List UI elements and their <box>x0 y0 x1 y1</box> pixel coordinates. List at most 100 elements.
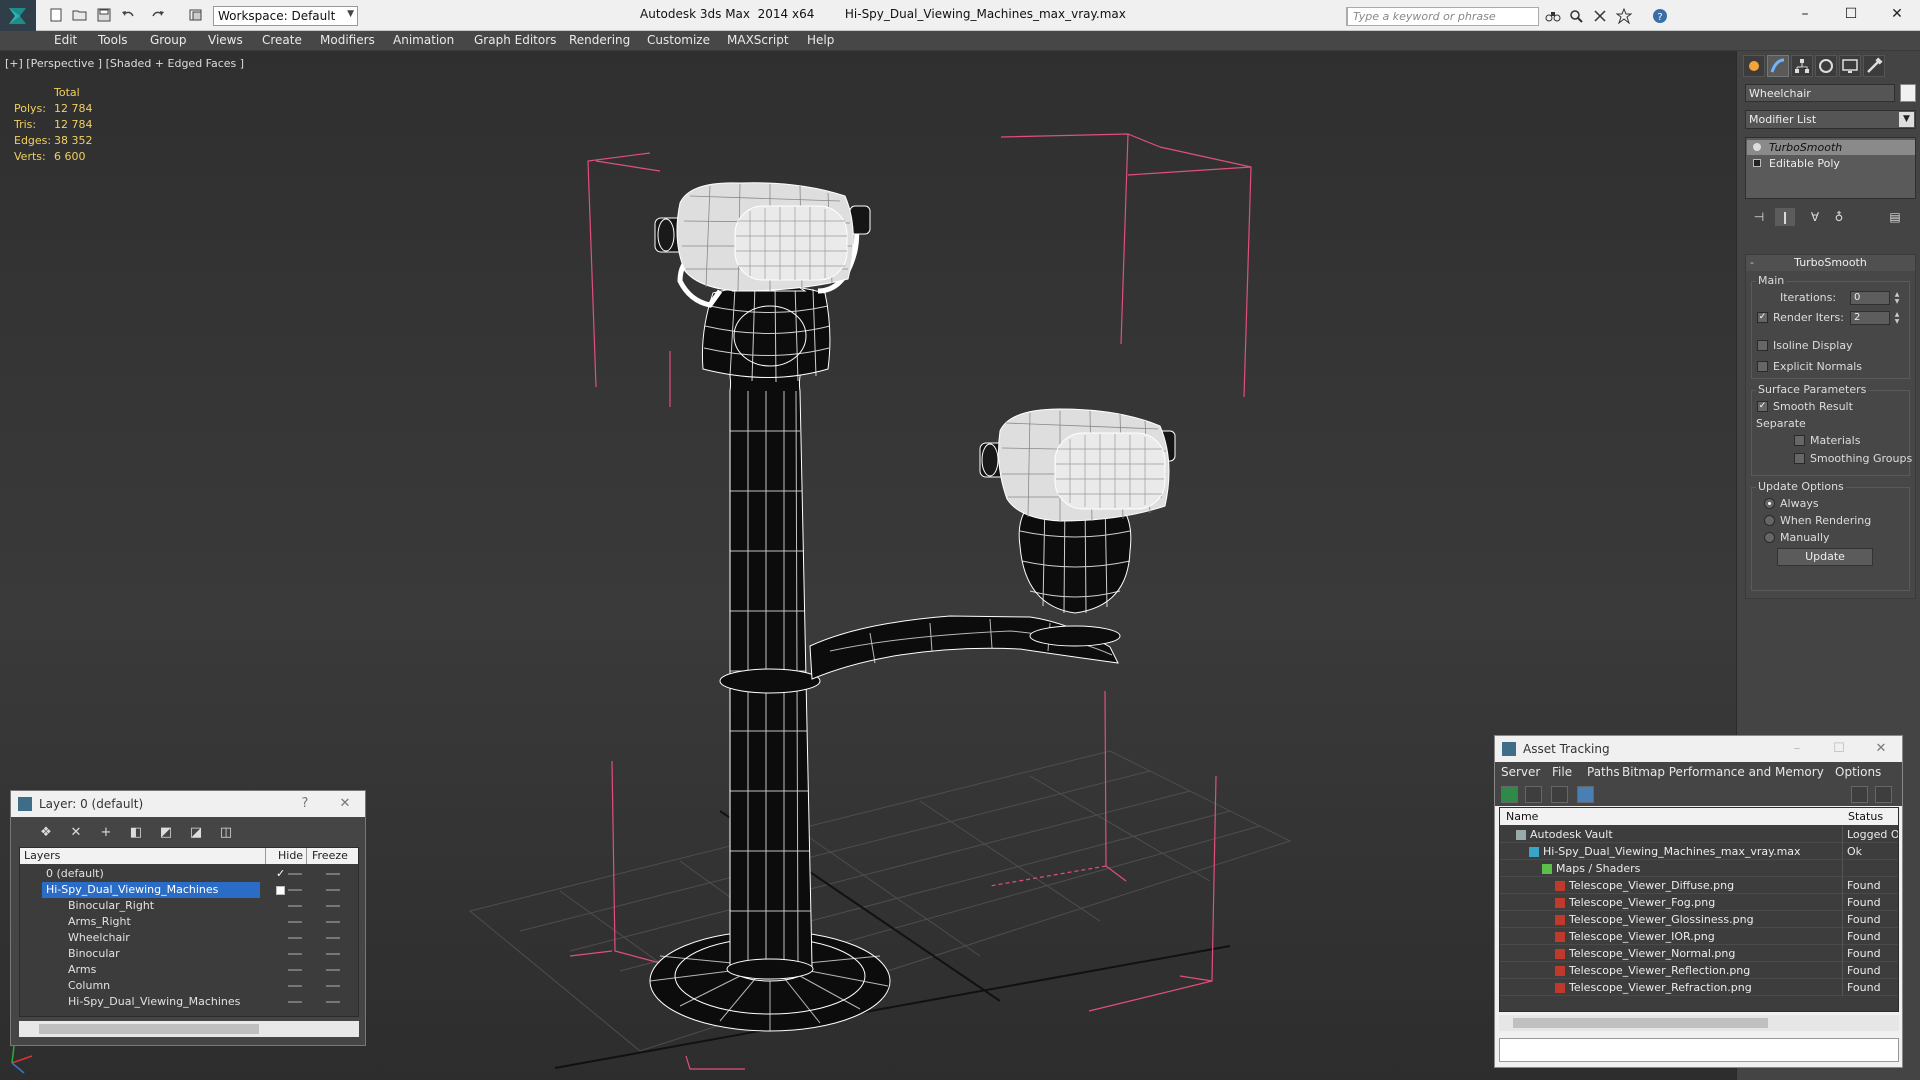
select-objects-in-layer-icon[interactable]: ◧ <box>127 824 145 842</box>
freeze-toggle[interactable] <box>326 1001 340 1003</box>
smoothing-groups-checkbox[interactable] <box>1794 453 1805 464</box>
freeze-all-layers-icon[interactable]: ◫ <box>217 824 235 842</box>
asset-row[interactable]: Telescope_Viewer_Fog.png Found <box>1500 894 1898 911</box>
subscription-icon[interactable] <box>1568 8 1584 24</box>
tab-motion[interactable] <box>1815 55 1837 77</box>
maximize-button[interactable]: ☐ <box>1828 0 1874 31</box>
layer-row[interactable]: Binocular <box>20 946 358 962</box>
menu-group[interactable]: Group <box>150 33 187 47</box>
minimize-button[interactable]: – <box>1783 736 1811 762</box>
layer-row[interactable]: Column <box>20 978 358 994</box>
tree-view-icon[interactable] <box>1551 786 1568 803</box>
modifier-list-dropdown[interactable]: Modifier List ▼ <box>1745 110 1916 129</box>
object-color-swatch[interactable] <box>1900 84 1916 102</box>
freeze-toggle[interactable] <box>326 985 340 987</box>
close-icon[interactable]: ✕ <box>331 791 359 817</box>
delete-layer-icon[interactable]: ✕ <box>67 824 85 842</box>
freeze-toggle[interactable] <box>326 969 340 971</box>
stack-item-turbosmooth[interactable]: TurboSmooth <box>1747 140 1915 155</box>
pin-stack-icon[interactable]: ⊣ <box>1749 208 1769 226</box>
menu-graph-editors[interactable]: Graph Editors <box>474 33 556 47</box>
scrollbar-thumb[interactable] <box>39 1024 259 1034</box>
help-button[interactable]: ? <box>291 791 319 817</box>
menu-animation[interactable]: Animation <box>393 33 454 47</box>
hide-toggle[interactable] <box>288 873 302 875</box>
help-icon[interactable]: ? <box>1652 8 1668 24</box>
menu-views[interactable]: Views <box>208 33 243 47</box>
col-layers[interactable]: Layers <box>24 849 60 862</box>
hide-toggle[interactable] <box>288 937 302 939</box>
asset-row[interactable]: Telescope_Viewer_Normal.png Found <box>1500 945 1898 962</box>
layer-row[interactable]: Arms_Right <box>20 914 358 930</box>
show-end-result-icon[interactable]: ❙ <box>1775 208 1795 226</box>
horizontal-scrollbar[interactable] <box>1499 1015 1899 1031</box>
layer-dialog-titlebar[interactable]: Layer: 0 (default) ? ✕ <box>11 791 365 817</box>
tab-utilities[interactable] <box>1863 55 1885 77</box>
col-name[interactable]: Name <box>1506 810 1538 823</box>
hide-toggle[interactable] <box>288 969 302 971</box>
lightbulb-icon[interactable] <box>1753 143 1761 151</box>
create-layer-icon[interactable]: ❖ <box>37 824 55 842</box>
project-folder-icon[interactable] <box>188 8 204 22</box>
make-unique-icon[interactable]: ∀ <box>1805 208 1825 226</box>
asset-row[interactable]: Telescope_Viewer_Reflection.png Found <box>1500 962 1898 979</box>
menu-create[interactable]: Create <box>262 33 302 47</box>
add-to-layer-icon[interactable]: + <box>97 824 115 842</box>
hide-toggle[interactable] <box>288 985 302 987</box>
hide-toggle[interactable] <box>288 953 302 955</box>
layer-row[interactable]: Wheelchair <box>20 930 358 946</box>
new-file-icon[interactable] <box>48 8 64 22</box>
when-rendering-radio[interactable] <box>1764 515 1775 526</box>
rollout-header[interactable]: - TurboSmooth <box>1746 255 1915 271</box>
asset-row[interactable]: Telescope_Viewer_Refraction.png Found <box>1500 979 1898 996</box>
hide-toggle[interactable] <box>288 889 302 891</box>
freeze-toggle[interactable] <box>326 873 340 875</box>
close-window-button[interactable]: ✕ <box>1874 0 1920 31</box>
asset-row[interactable]: Telescope_Viewer_Diffuse.png Found <box>1500 877 1898 894</box>
stack-item-editable-poly[interactable]: Editable Poly <box>1747 156 1915 171</box>
always-radio[interactable] <box>1764 498 1775 509</box>
col-hide[interactable]: Hide <box>278 849 303 862</box>
spinner-arrows-icon[interactable]: ▲ ▼ <box>1893 311 1901 325</box>
help-icon[interactable] <box>1851 786 1868 803</box>
menu-file[interactable]: File <box>1552 765 1572 779</box>
asset-row[interactable]: Telescope_Viewer_IOR.png Found <box>1500 928 1898 945</box>
update-button[interactable]: Update <box>1777 548 1873 566</box>
menu-help[interactable]: Help <box>807 33 834 47</box>
search-input[interactable]: Type a keyword or phrase <box>1347 7 1539 26</box>
layer-row[interactable]: Arms <box>20 962 358 978</box>
layer-row[interactable]: 0 (default) ✓ <box>20 866 358 882</box>
menu-bitmap-performance[interactable]: Bitmap Performance and Memory <box>1622 765 1824 779</box>
asset-row[interactable]: Maps / Shaders <box>1500 860 1898 877</box>
freeze-toggle[interactable] <box>326 953 340 955</box>
menu-customize[interactable]: Customize <box>647 33 710 47</box>
freeze-toggle[interactable] <box>326 921 340 923</box>
freeze-toggle[interactable] <box>326 889 340 891</box>
col-freeze[interactable]: Freeze <box>312 849 348 862</box>
materials-checkbox[interactable] <box>1794 435 1805 446</box>
menu-paths[interactable]: Paths <box>1587 765 1620 779</box>
highlight-selected-layer-icon[interactable]: ◩ <box>157 824 175 842</box>
menu-maxscript[interactable]: MAXScript <box>727 33 789 47</box>
scrollbar-thumb[interactable] <box>1513 1018 1768 1028</box>
viewport-label[interactable]: [+] [Perspective ] [Shaded + Edged Faces… <box>5 57 244 70</box>
workspace-dropdown[interactable]: Workspace: Default ▼ <box>213 6 358 26</box>
render-iters-checkbox[interactable]: ✓ <box>1757 312 1768 323</box>
options-icon[interactable] <box>1875 786 1892 803</box>
hide-toggle[interactable] <box>288 1001 302 1003</box>
communication-center-icon[interactable] <box>1592 8 1608 24</box>
redo-icon[interactable] <box>150 8 166 22</box>
render-iters-spinner[interactable]: 2 <box>1850 311 1890 325</box>
table-view-icon[interactable] <box>1577 786 1594 803</box>
iterations-spinner[interactable]: 0 <box>1850 291 1890 305</box>
manually-radio[interactable] <box>1764 532 1775 543</box>
save-file-icon[interactable] <box>96 8 112 22</box>
list-view-icon[interactable] <box>1525 786 1542 803</box>
layer-row[interactable]: Hi-Spy_Dual_Viewing_Machines <box>20 994 358 1010</box>
hide-toggle[interactable] <box>288 905 302 907</box>
asset-path-field[interactable] <box>1499 1038 1899 1062</box>
binoculars-icon[interactable] <box>1545 8 1561 24</box>
asset-dialog-titlebar[interactable]: Asset Tracking – ☐ ✕ <box>1495 736 1902 762</box>
minimize-button[interactable]: – <box>1782 0 1828 31</box>
smooth-result-checkbox[interactable]: ✓ <box>1757 401 1768 412</box>
